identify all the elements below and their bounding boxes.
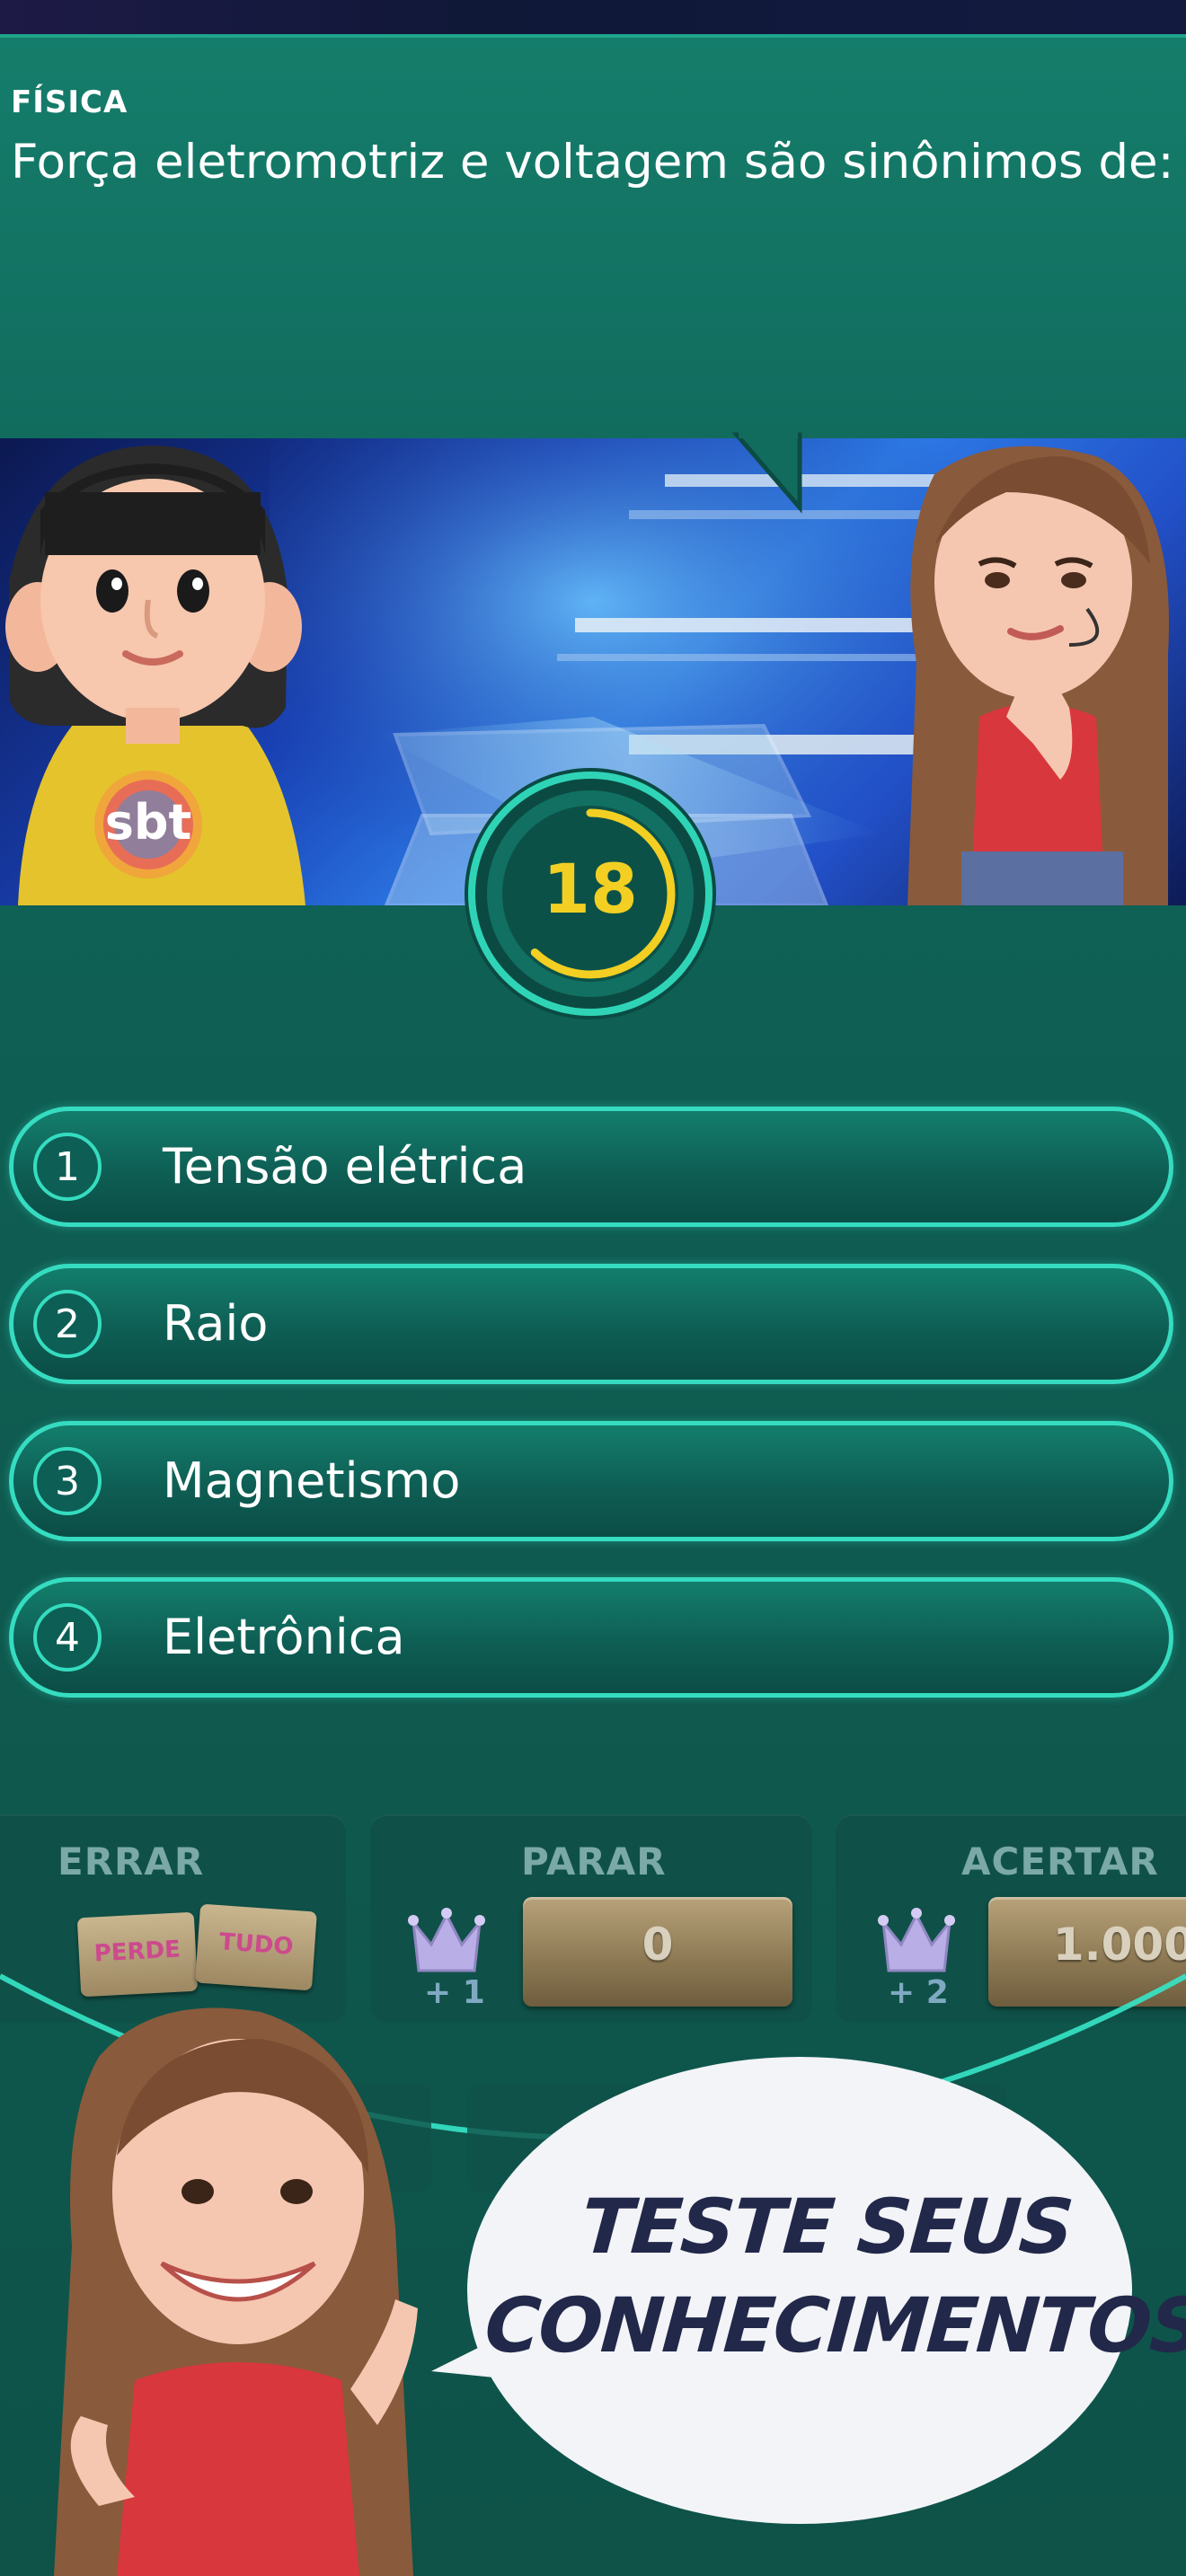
promo-line-1: TESTE SEUS — [578, 2183, 1075, 2271]
promo-line-2: CONHECIMENTOS! — [482, 2281, 1186, 2369]
